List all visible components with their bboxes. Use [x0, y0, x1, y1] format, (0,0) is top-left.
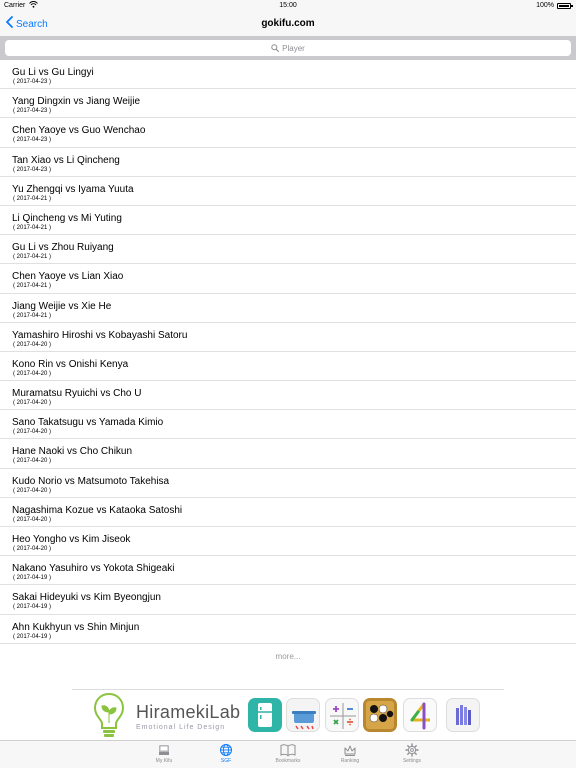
- number-four-app-icon[interactable]: [403, 698, 437, 732]
- game-title: Gu Li vs Zhou Ruiyang: [12, 242, 114, 254]
- game-date: ( 2017-04-19 ): [13, 604, 52, 611]
- tab-label: My Kifu: [155, 758, 173, 764]
- game-title: Hane Naoki vs Cho Chikun: [12, 446, 133, 458]
- tab-label: Ranking: [340, 758, 360, 764]
- list-item[interactable]: Ahn Kukhyun vs Shin Minjun( 2017-04-19 ): [0, 615, 576, 644]
- list-item[interactable]: Yu Zhengqi vs Iyama Yuuta( 2017-04-21 ): [0, 177, 576, 206]
- list-item[interactable]: Jiang Weijie vs Xie He( 2017-04-21 ): [0, 294, 576, 323]
- game-date: ( 2017-04-23 ): [13, 108, 52, 115]
- game-date: ( 2017-04-19 ): [13, 633, 52, 640]
- bars-app-icon[interactable]: [446, 698, 480, 732]
- page-title: gokifu.com: [261, 18, 315, 29]
- game-title: Sakai Hideyuki vs Kim Byeongjun: [12, 592, 161, 604]
- list-item[interactable]: Nagashima Kozue vs Kataoka Satoshi( 2017…: [0, 498, 576, 527]
- crown-icon: [344, 745, 356, 756]
- gear-icon: [405, 743, 419, 757]
- list-item[interactable]: Tan Xiao vs Li Qincheng( 2017-04-23 ): [0, 148, 576, 177]
- game-title: Kudo Norio vs Matsumoto Takehisa: [12, 475, 170, 487]
- game-title: Kono Rin vs Onishi Kenya: [12, 358, 129, 370]
- game-date: ( 2017-04-21 ): [13, 224, 52, 231]
- game-title: Chen Yaoye vs Lian Xiao: [12, 271, 124, 283]
- game-date: ( 2017-04-21 ): [13, 283, 52, 290]
- game-title: Ahn Kukhyun vs Shin Minjun: [12, 621, 140, 633]
- game-date: ( 2017-04-20 ): [13, 400, 52, 407]
- game-list: Gu Li vs Gu Lingyi( 2017-04-23 ) Yang Din…: [0, 60, 576, 644]
- tab-bar: My Kifu SGF Bookmarks Ranking Settings: [0, 740, 576, 768]
- game-date: ( 2017-04-23 ): [13, 137, 52, 144]
- list-item[interactable]: Chen Yaoye vs Guo Wenchao( 2017-04-23 ): [0, 118, 576, 148]
- navigation-bar: Search gokifu.com: [0, 12, 576, 36]
- go-board-app-icon[interactable]: [363, 698, 397, 732]
- game-date: ( 2017-04-23 ): [13, 166, 52, 173]
- ad-tagline: Emotional Life Design: [136, 724, 226, 731]
- battery-percentage: 100%: [536, 2, 554, 9]
- game-date: ( 2017-04-20 ): [13, 546, 52, 552]
- list-item[interactable]: Heo Yongho vs Kim Jiseok( 2017-04-20 ): [0, 527, 576, 557]
- game-date: ( 2017-04-20 ): [13, 516, 52, 523]
- lightbulb-logo-icon: [93, 692, 125, 737]
- search-input[interactable]: Player: [5, 40, 571, 56]
- inbox-icon: [159, 745, 169, 755]
- list-item[interactable]: Kono Rin vs Onishi Kenya( 2017-04-20 ): [0, 352, 576, 382]
- ad-brand-name: HiramekiLab: [136, 702, 241, 722]
- game-date: ( 2017-04-20 ): [13, 341, 52, 348]
- list-item[interactable]: Yamashiro Hiroshi vs Kobayashi Satoru( 2…: [0, 323, 576, 352]
- tab-bookmarks[interactable]: Bookmarks: [258, 743, 318, 769]
- calculator-app-icon[interactable]: [325, 698, 359, 732]
- game-title: Gu Li vs Gu Lingyi: [12, 67, 94, 78]
- search-bar: Player: [0, 36, 576, 60]
- game-title: Yu Zhengqi vs Iyama Yuuta: [12, 183, 134, 195]
- list-item[interactable]: Nakano Yasuhiro vs Yokota Shigeaki( 2017…: [0, 556, 576, 586]
- battery-icon: [557, 3, 573, 9]
- game-title: Nakano Yasuhiro vs Yokota Shigeaki: [12, 563, 175, 575]
- more-link[interactable]: more...: [0, 652, 576, 661]
- status-bar: Carrier 15:00 100%: [0, 0, 576, 12]
- tab-my-kifu[interactable]: My Kifu: [134, 743, 194, 769]
- game-title: Li Qincheng vs Mi Yuting: [12, 212, 122, 224]
- game-date: ( 2017-04-20 ): [13, 370, 52, 377]
- game-date: ( 2017-04-21 ): [13, 195, 52, 202]
- tab-sgf[interactable]: SGF: [196, 743, 256, 769]
- list-item[interactable]: Gu Li vs Gu Lingyi( 2017-04-23 ): [0, 60, 576, 90]
- ad-banner[interactable]: HiramekiLab Emotional Life Design: [72, 689, 504, 739]
- game-date: ( 2017-04-20 ): [13, 458, 52, 465]
- list-item[interactable]: Yang Dingxin vs Jiang Weijie( 2017-04-23…: [0, 89, 576, 119]
- game-title: Muramatsu Ryuichi vs Cho U: [12, 388, 142, 400]
- list-item[interactable]: Gu Li vs Zhou Ruiyang( 2017-04-21 ): [0, 235, 576, 265]
- tab-label: SGF: [220, 758, 232, 764]
- book-icon: [280, 744, 296, 757]
- game-date: ( 2017-04-21 ): [13, 312, 52, 319]
- game-title: Sano Takatsugu vs Yamada Kimio: [12, 417, 164, 429]
- clock-label: 15:00: [279, 2, 297, 9]
- list-item[interactable]: Kudo Norio vs Matsumoto Takehisa( 2017-0…: [0, 469, 576, 498]
- game-date: ( 2017-04-19 ): [13, 575, 52, 582]
- pot-app-icon[interactable]: [286, 698, 320, 732]
- tab-settings[interactable]: Settings: [382, 743, 442, 769]
- globe-icon: [220, 744, 232, 756]
- list-item[interactable]: Sakai Hideyuki vs Kim Byeongjun( 2017-04…: [0, 585, 576, 615]
- game-title: Tan Xiao vs Li Qincheng: [12, 154, 120, 166]
- game-date: ( 2017-04-20 ): [13, 487, 52, 494]
- game-title: Yamashiro Hiroshi vs Kobayashi Satoru: [12, 329, 188, 341]
- game-date: ( 2017-04-21 ): [13, 254, 52, 261]
- game-title: Chen Yaoye vs Guo Wenchao: [12, 125, 146, 137]
- game-title: Nagashima Kozue vs Kataoka Satoshi: [12, 504, 183, 516]
- list-item[interactable]: Chen Yaoye vs Lian Xiao( 2017-04-21 ): [0, 264, 576, 294]
- game-title: Heo Yongho vs Kim Jiseok: [12, 534, 131, 545]
- list-item[interactable]: Hane Naoki vs Cho Chikun( 2017-04-20 ): [0, 439, 576, 469]
- search-icon: [271, 44, 280, 52]
- game-date: ( 2017-04-20 ): [13, 429, 52, 436]
- tab-label: Bookmarks: [275, 758, 301, 764]
- list-item[interactable]: Sano Takatsugu vs Yamada Kimio( 2017-04-…: [0, 410, 576, 440]
- list-item[interactable]: Muramatsu Ryuichi vs Cho U( 2017-04-20 ): [0, 381, 576, 411]
- game-title: Jiang Weijie vs Xie He: [12, 300, 112, 312]
- tab-ranking[interactable]: Ranking: [320, 743, 380, 769]
- game-title: Yang Dingxin vs Jiang Weijie: [12, 96, 141, 108]
- list-item[interactable]: Li Qincheng vs Mi Yuting( 2017-04-21 ): [0, 206, 576, 236]
- tab-label: Settings: [402, 758, 422, 764]
- search-placeholder: Player: [282, 43, 305, 53]
- game-date: ( 2017-04-23 ): [13, 79, 52, 85]
- fridge-app-icon[interactable]: [248, 698, 282, 732]
